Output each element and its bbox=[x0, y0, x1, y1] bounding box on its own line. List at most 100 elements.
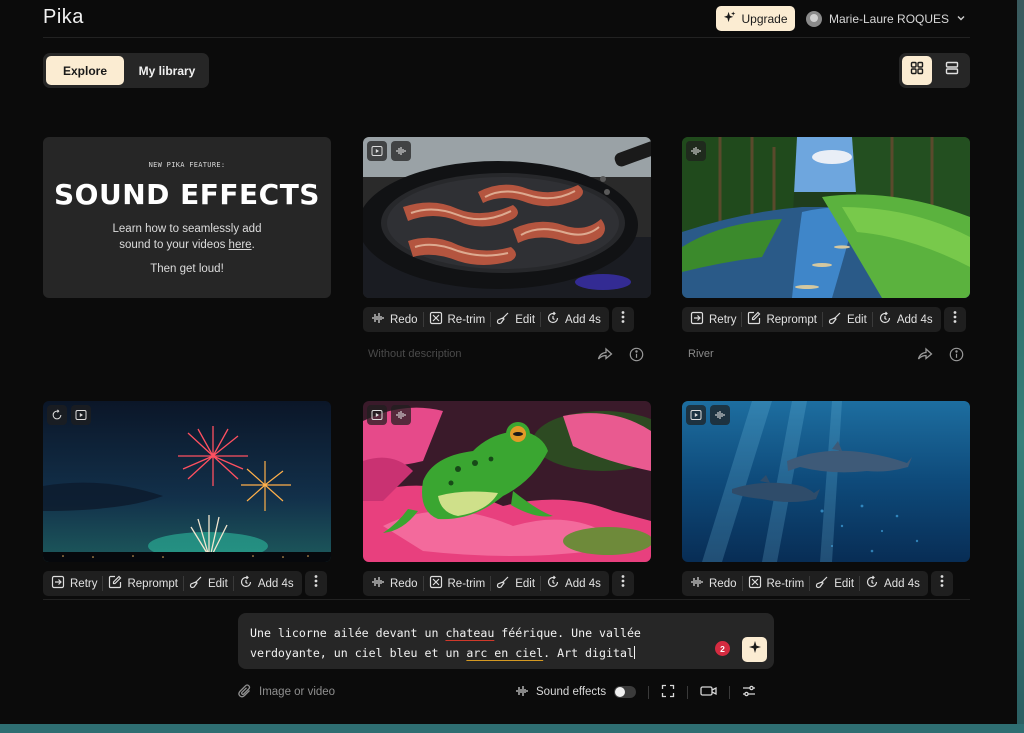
more-options-button[interactable] bbox=[943, 307, 966, 332]
add-4s-label: Add 4s bbox=[896, 313, 933, 326]
card-actions: Retry Reprompt Edit Add 4s bbox=[682, 307, 966, 332]
video-thumbnail-frog[interactable] bbox=[363, 401, 651, 562]
grid-icon bbox=[910, 61, 924, 80]
edit-label: Edit bbox=[515, 577, 536, 590]
action-bar: Redo Re-trim Edit Add 4s bbox=[363, 571, 609, 596]
add-4s-label: Add 4s bbox=[565, 577, 601, 590]
chevron-down-icon bbox=[956, 12, 966, 26]
user-name: Marie-Laure ROQUES bbox=[829, 12, 950, 26]
tab-my-library[interactable]: My library bbox=[128, 56, 206, 85]
retry-icon bbox=[51, 575, 65, 592]
add-4s-button[interactable]: Add 4s bbox=[860, 571, 925, 596]
edit-button[interactable]: Edit bbox=[491, 571, 540, 596]
edit-label: Edit bbox=[834, 577, 855, 590]
waveform-icon bbox=[371, 575, 385, 592]
window-edge-bottom bbox=[0, 724, 1024, 733]
redo-button[interactable]: Redo bbox=[366, 307, 423, 332]
info-icon[interactable] bbox=[629, 347, 644, 367]
redo-button[interactable]: Redo bbox=[685, 571, 742, 596]
retry-button[interactable]: Retry bbox=[46, 571, 102, 596]
promo-line-2-end: . bbox=[251, 239, 255, 251]
re-trim-button[interactable]: Re-trim bbox=[743, 571, 810, 596]
grammar-suggestion[interactable]: arc en ciel bbox=[466, 646, 543, 660]
tab-explore[interactable]: Explore bbox=[46, 56, 124, 85]
more-vertical-icon bbox=[621, 574, 625, 593]
re-trim-label: Re-trim bbox=[447, 313, 486, 326]
card-meta: River bbox=[688, 344, 714, 364]
trim-icon bbox=[748, 575, 762, 592]
more-vertical-icon bbox=[953, 310, 957, 329]
sparkle-icon bbox=[748, 640, 762, 659]
action-bar: Retry Reprompt Edit Add 4s bbox=[682, 307, 941, 332]
promo-description: Learn how to seamlessly add sound to you… bbox=[43, 221, 331, 253]
trim-icon bbox=[429, 311, 443, 328]
video-thumbnail-dolphins[interactable] bbox=[682, 401, 970, 562]
media-badges bbox=[367, 405, 411, 425]
retry-button[interactable]: Retry bbox=[685, 307, 741, 332]
promo-line-3: Then get loud! bbox=[150, 263, 224, 275]
brush-icon bbox=[828, 311, 842, 328]
promo-line-2: sound to your videos here. bbox=[43, 237, 331, 253]
edit-button[interactable]: Edit bbox=[184, 571, 233, 596]
pika-logo[interactable]: Pika bbox=[43, 6, 84, 29]
reprompt-label: Reprompt bbox=[766, 313, 817, 326]
grid-view-button[interactable] bbox=[902, 56, 932, 85]
text-caret bbox=[633, 646, 635, 659]
edit-button[interactable]: Edit bbox=[491, 307, 540, 332]
add-4s-button[interactable]: Add 4s bbox=[234, 571, 299, 596]
add-4s-button[interactable]: Add 4s bbox=[873, 307, 938, 332]
share-icon[interactable] bbox=[917, 347, 933, 367]
add-4s-button[interactable]: Add 4s bbox=[541, 571, 606, 596]
play-icon bbox=[367, 141, 387, 161]
video-thumbnail-bacon[interactable] bbox=[363, 137, 651, 298]
promo-here-link[interactable]: here bbox=[229, 239, 252, 251]
sound-effects-toggle[interactable] bbox=[614, 686, 637, 698]
spellcheck-count-badge[interactable]: 2 bbox=[715, 641, 730, 656]
video-thumbnail-river[interactable] bbox=[682, 137, 970, 298]
generate-button[interactable] bbox=[742, 637, 767, 662]
card-actions: Redo Re-trim Edit Add 4s bbox=[363, 307, 634, 332]
re-trim-label: Re-trim bbox=[447, 577, 486, 590]
upgrade-button[interactable]: Upgrade bbox=[716, 6, 795, 31]
card-meta-actions bbox=[917, 347, 964, 367]
camera-icon[interactable] bbox=[700, 684, 717, 701]
prompt-input[interactable]: Une licorne ailée devant un chateau féér… bbox=[238, 613, 774, 669]
avatar bbox=[806, 11, 822, 27]
more-options-button[interactable] bbox=[611, 307, 634, 332]
promo-title: SOUND EFFECTS bbox=[54, 178, 320, 211]
video-thumbnail-fireworks[interactable] bbox=[43, 401, 331, 562]
more-options-button[interactable] bbox=[611, 571, 634, 596]
content-divider bbox=[43, 599, 970, 600]
reprompt-button[interactable]: Reprompt bbox=[742, 307, 822, 332]
spelling-error[interactable]: chateau bbox=[445, 626, 494, 640]
extend-icon bbox=[878, 311, 892, 328]
media-badges bbox=[367, 141, 411, 161]
redo-label: Redo bbox=[390, 313, 418, 326]
waveform-icon bbox=[515, 684, 529, 701]
card-actions: Redo Re-trim Edit Add 4s bbox=[363, 571, 634, 596]
toggle-knob bbox=[615, 687, 626, 697]
reprompt-button[interactable]: Reprompt bbox=[103, 571, 183, 596]
list-view-button[interactable] bbox=[937, 56, 967, 85]
settings-sliders-icon[interactable] bbox=[742, 684, 756, 701]
sound-effects-label: Sound effects bbox=[536, 686, 607, 698]
add-4s-button[interactable]: Add 4s bbox=[541, 307, 606, 332]
edit-button[interactable]: Edit bbox=[823, 307, 872, 332]
more-options-button[interactable] bbox=[304, 571, 327, 596]
edit-label: Edit bbox=[207, 577, 228, 590]
aspect-ratio-icon[interactable] bbox=[661, 684, 675, 701]
redo-label: Redo bbox=[709, 577, 737, 590]
attach-media-button[interactable]: Image or video bbox=[238, 682, 335, 702]
edit-button[interactable]: Edit bbox=[810, 571, 859, 596]
prompt-text[interactable]: Une licorne ailée devant un chateau féér… bbox=[250, 623, 690, 663]
user-menu[interactable]: Marie-Laure ROQUES bbox=[806, 8, 966, 30]
re-trim-button[interactable]: Re-trim bbox=[424, 307, 491, 332]
prompt-text-part: Une licorne ailée devant un bbox=[250, 626, 446, 640]
share-icon[interactable] bbox=[597, 347, 613, 367]
info-icon[interactable] bbox=[949, 347, 964, 367]
re-trim-button[interactable]: Re-trim bbox=[424, 571, 491, 596]
more-vertical-icon bbox=[621, 310, 625, 329]
redo-button[interactable]: Redo bbox=[366, 571, 423, 596]
more-vertical-icon bbox=[940, 574, 944, 593]
more-options-button[interactable] bbox=[930, 571, 953, 596]
